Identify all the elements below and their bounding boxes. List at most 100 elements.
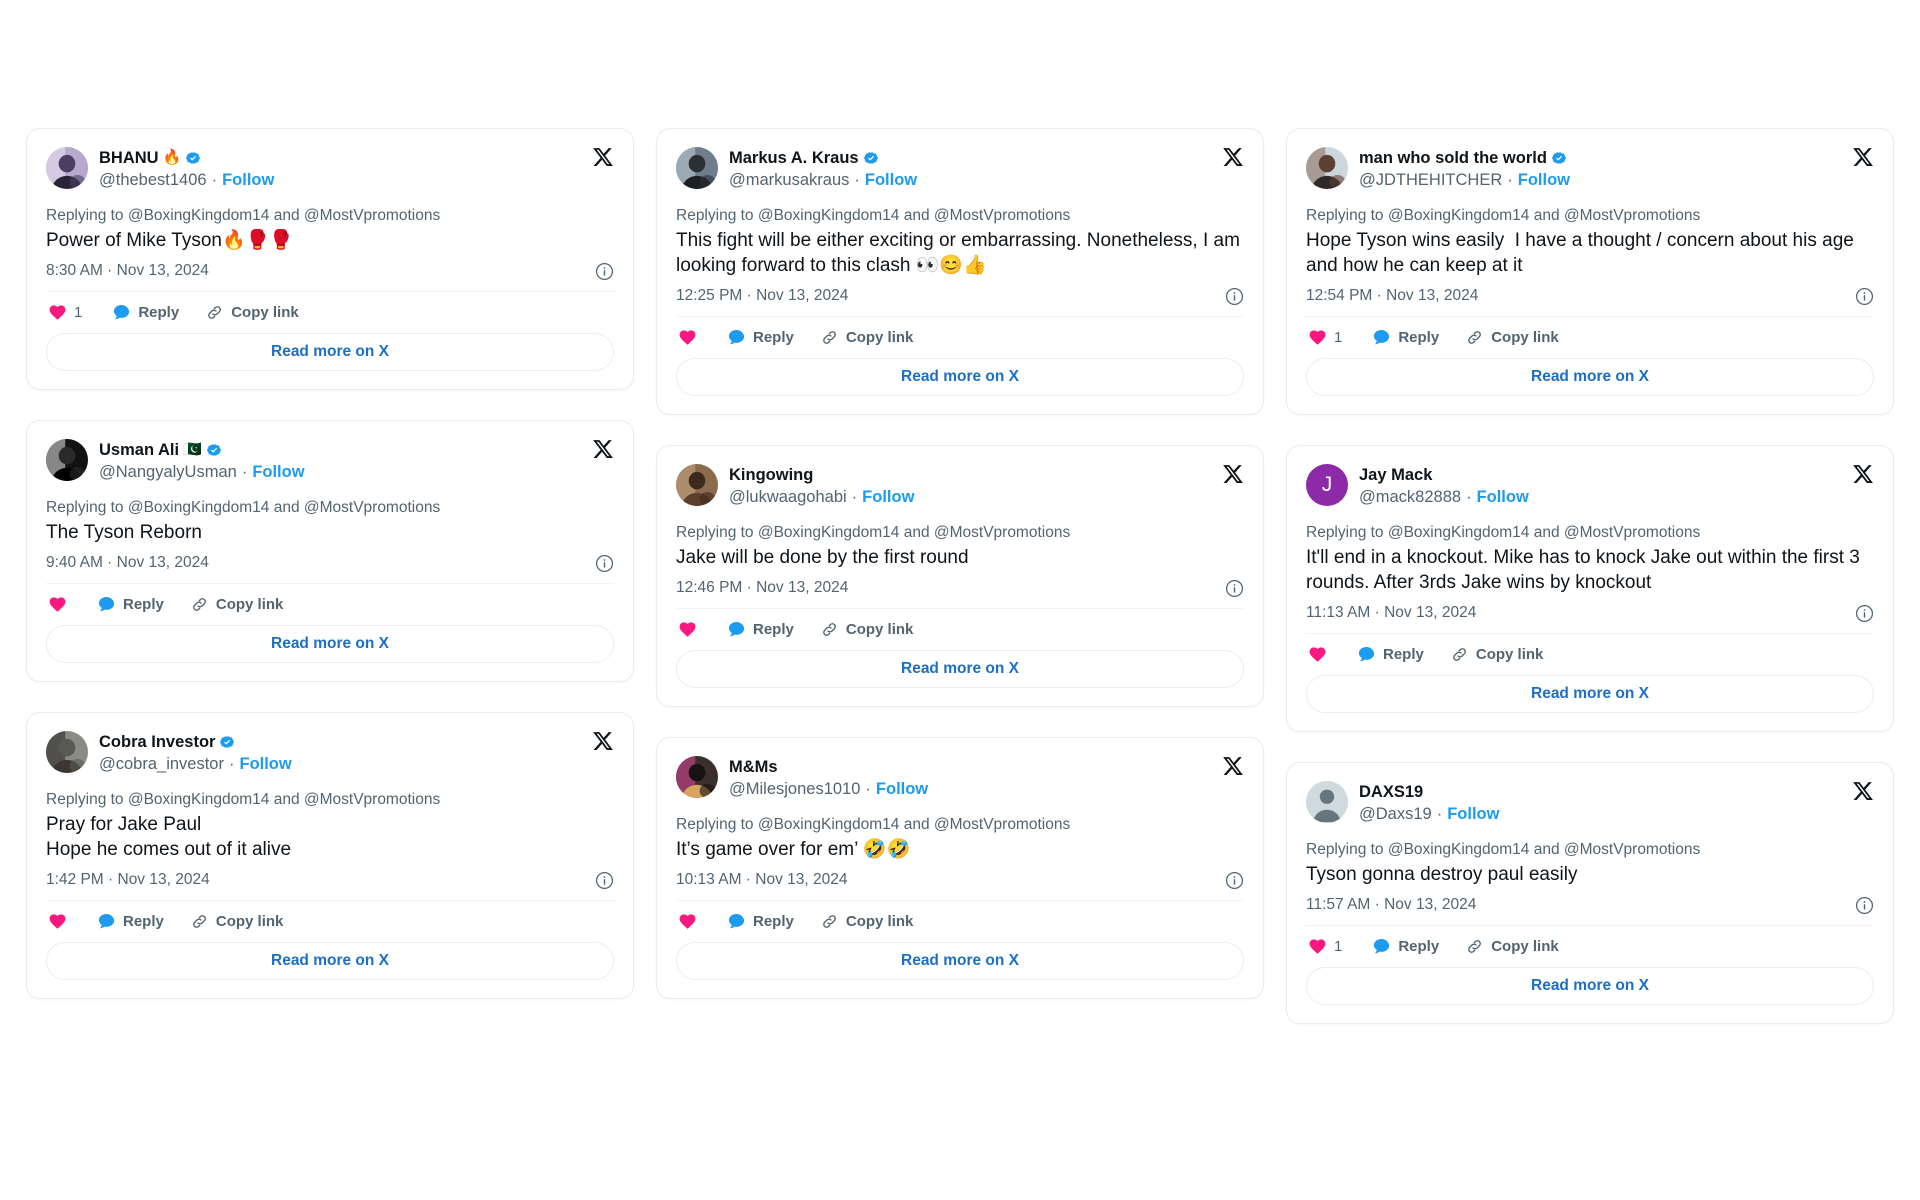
info-circle-icon[interactable] (1225, 579, 1244, 598)
author-name-line[interactable]: man who sold the world (1359, 148, 1570, 168)
tweet-actions: Reply Copy link (46, 901, 614, 942)
like-button[interactable] (678, 328, 697, 347)
read-more-button[interactable]: Read more on X (1306, 675, 1874, 713)
reply-button[interactable]: Reply (97, 595, 164, 614)
tweet-text: Power of Mike Tyson🔥🥊🥊 (46, 228, 614, 253)
copy-link-button[interactable]: Copy link (820, 620, 913, 639)
info-circle-icon[interactable] (1855, 287, 1874, 306)
read-more-button[interactable]: Read more on X (676, 650, 1244, 688)
reply-button[interactable]: Reply (97, 912, 164, 931)
link-chain-icon (1465, 937, 1484, 956)
like-button[interactable] (48, 912, 67, 931)
copy-link-button[interactable]: Copy link (820, 912, 913, 931)
reply-button[interactable]: Reply (1372, 937, 1439, 956)
info-circle-icon[interactable] (1855, 604, 1874, 623)
author-name-line[interactable]: BHANU 🔥 (99, 148, 274, 168)
follow-button[interactable]: Follow (876, 778, 928, 800)
reply-button[interactable]: Reply (112, 303, 179, 322)
like-button[interactable] (678, 620, 697, 639)
info-circle-icon[interactable] (595, 554, 614, 573)
link-chain-icon (820, 328, 839, 347)
x-logo-icon[interactable] (1852, 146, 1874, 168)
x-logo-icon[interactable] (592, 146, 614, 168)
avatar[interactable] (676, 756, 718, 798)
follow-button[interactable]: Follow (222, 169, 274, 191)
follow-button[interactable]: Follow (1477, 486, 1529, 508)
avatar[interactable] (676, 147, 718, 189)
info-circle-icon[interactable] (1225, 871, 1244, 890)
author-handle[interactable]: @cobra_investor (99, 753, 224, 775)
copy-link-button[interactable]: Copy link (1465, 937, 1559, 956)
author-name-line[interactable]: Kingowing (729, 465, 914, 485)
x-logo-icon[interactable] (1852, 780, 1874, 802)
read-more-button[interactable]: Read more on X (1306, 967, 1874, 1005)
copy-link-button[interactable]: Copy link (190, 912, 283, 931)
avatar[interactable] (676, 464, 718, 506)
author-name-line[interactable]: DAXS19 (1359, 782, 1499, 802)
author-name-line[interactable]: Cobra Investor (99, 732, 292, 752)
avatar[interactable] (46, 147, 88, 189)
avatar[interactable] (1306, 147, 1348, 189)
tweet-meta-row: 11:13 AM · Nov 13, 2024 (1306, 603, 1874, 623)
author-handle[interactable]: @Daxs19 (1359, 803, 1432, 825)
x-logo-icon[interactable] (1222, 463, 1244, 485)
like-button[interactable] (1308, 645, 1327, 664)
author-handle[interactable]: @NangyalyUsman (99, 461, 237, 483)
like-button[interactable]: 1 (48, 303, 82, 322)
reply-button[interactable]: Reply (727, 328, 794, 347)
x-logo-icon[interactable] (592, 730, 614, 752)
copy-link-button[interactable]: Copy link (820, 328, 913, 347)
author-handle[interactable]: @markusakraus (729, 169, 849, 191)
reply-button[interactable]: Reply (727, 912, 794, 931)
author-name-line[interactable]: Usman Ali 🇵🇰 (99, 440, 305, 460)
follow-button[interactable]: Follow (862, 486, 914, 508)
read-more-button[interactable]: Read more on X (1306, 358, 1874, 396)
avatar[interactable] (1306, 781, 1348, 823)
tweet-header: DAXS19 @Daxs19 · Follow (1306, 781, 1874, 825)
follow-button[interactable]: Follow (1518, 169, 1570, 191)
follow-button[interactable]: Follow (239, 753, 291, 775)
replying-to-text: Replying to @BoxingKingdom14 and @MostVp… (676, 207, 1071, 224)
x-logo-icon[interactable] (592, 438, 614, 460)
info-circle-icon[interactable] (595, 262, 614, 281)
avatar[interactable] (46, 439, 88, 481)
read-more-button[interactable]: Read more on X (46, 625, 614, 663)
read-more-button[interactable]: Read more on X (676, 942, 1244, 980)
author-name-line[interactable]: M&Ms (729, 757, 928, 777)
like-button[interactable] (678, 912, 697, 931)
read-more-button[interactable]: Read more on X (46, 333, 614, 371)
info-circle-icon[interactable] (1855, 896, 1874, 915)
reply-label: Reply (1398, 938, 1440, 955)
author-handle[interactable]: @JDTHEHITCHER (1359, 169, 1502, 191)
tweet-timestamp: 12:54 PM · Nov 13, 2024 (1306, 287, 1479, 304)
copy-link-button[interactable]: Copy link (190, 595, 283, 614)
copy-link-button[interactable]: Copy link (1450, 645, 1543, 664)
follow-button[interactable]: Follow (1447, 803, 1499, 825)
author-handle[interactable]: @mack82888 (1359, 486, 1461, 508)
x-logo-icon[interactable] (1222, 146, 1244, 168)
follow-button[interactable]: Follow (252, 461, 304, 483)
avatar[interactable]: J (1306, 464, 1348, 506)
author-name-line[interactable]: Jay Mack (1359, 465, 1529, 485)
copy-link-button[interactable]: Copy link (1465, 328, 1559, 347)
author-name-line[interactable]: Markus A. Kraus (729, 148, 917, 168)
author-handle[interactable]: @thebest1406 (99, 169, 207, 191)
x-logo-icon[interactable] (1222, 755, 1244, 777)
author-display-name: BHANU (99, 149, 159, 167)
like-button[interactable] (48, 595, 67, 614)
reply-button[interactable]: Reply (727, 620, 794, 639)
info-circle-icon[interactable] (1225, 287, 1244, 306)
author-handle[interactable]: @Milesjones1010 (729, 778, 860, 800)
read-more-button[interactable]: Read more on X (46, 942, 614, 980)
read-more-button[interactable]: Read more on X (676, 358, 1244, 396)
like-button[interactable]: 1 (1308, 937, 1342, 956)
follow-button[interactable]: Follow (865, 169, 917, 191)
reply-button[interactable]: Reply (1357, 645, 1424, 664)
like-button[interactable]: 1 (1308, 328, 1342, 347)
author-handle[interactable]: @lukwaagohabi (729, 486, 847, 508)
reply-button[interactable]: Reply (1372, 328, 1439, 347)
copy-link-button[interactable]: Copy link (205, 303, 299, 322)
info-circle-icon[interactable] (595, 871, 614, 890)
avatar[interactable] (46, 731, 88, 773)
x-logo-icon[interactable] (1852, 463, 1874, 485)
